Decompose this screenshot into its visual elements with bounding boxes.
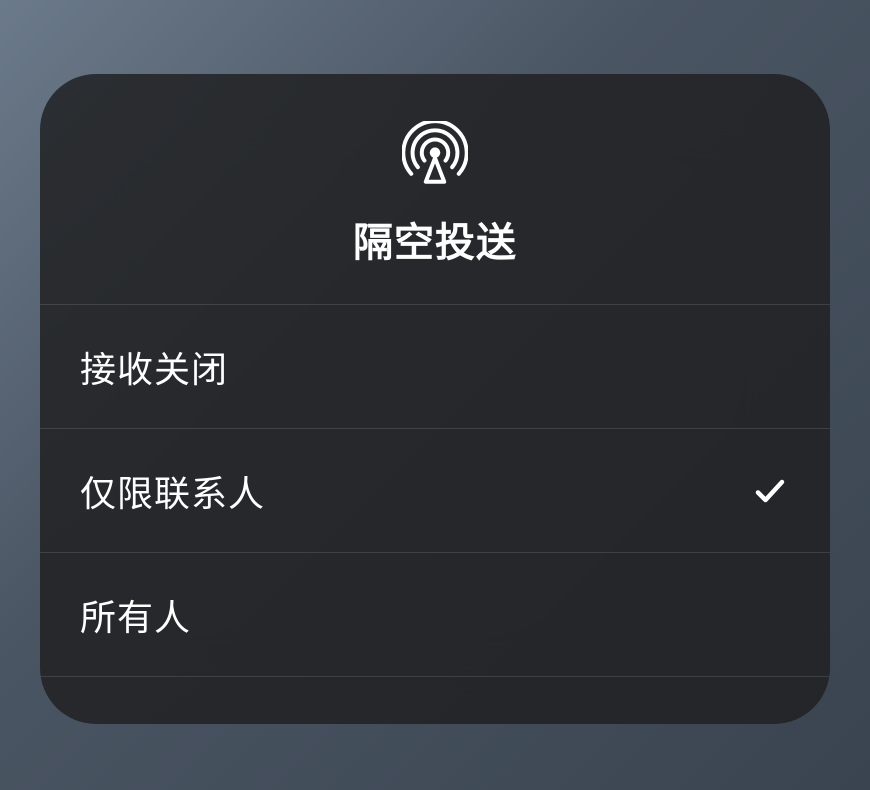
option-contacts-only[interactable]: 仅限联系人 — [40, 429, 830, 553]
option-everyone[interactable]: 所有人 — [40, 553, 830, 677]
airdrop-settings-panel: 隔空投送 接收关闭 仅限联系人 所有人 — [40, 74, 830, 724]
option-label: 仅限联系人 — [80, 465, 265, 517]
option-receiving-off[interactable]: 接收关闭 — [40, 305, 830, 429]
option-label: 接收关闭 — [80, 341, 228, 393]
airdrop-icon — [399, 118, 471, 190]
option-label: 所有人 — [80, 589, 191, 641]
panel-title: 隔空投送 — [353, 210, 517, 268]
options-list: 接收关闭 仅限联系人 所有人 — [40, 305, 830, 724]
panel-header: 隔空投送 — [40, 74, 830, 305]
checkmark-icon — [750, 471, 790, 511]
